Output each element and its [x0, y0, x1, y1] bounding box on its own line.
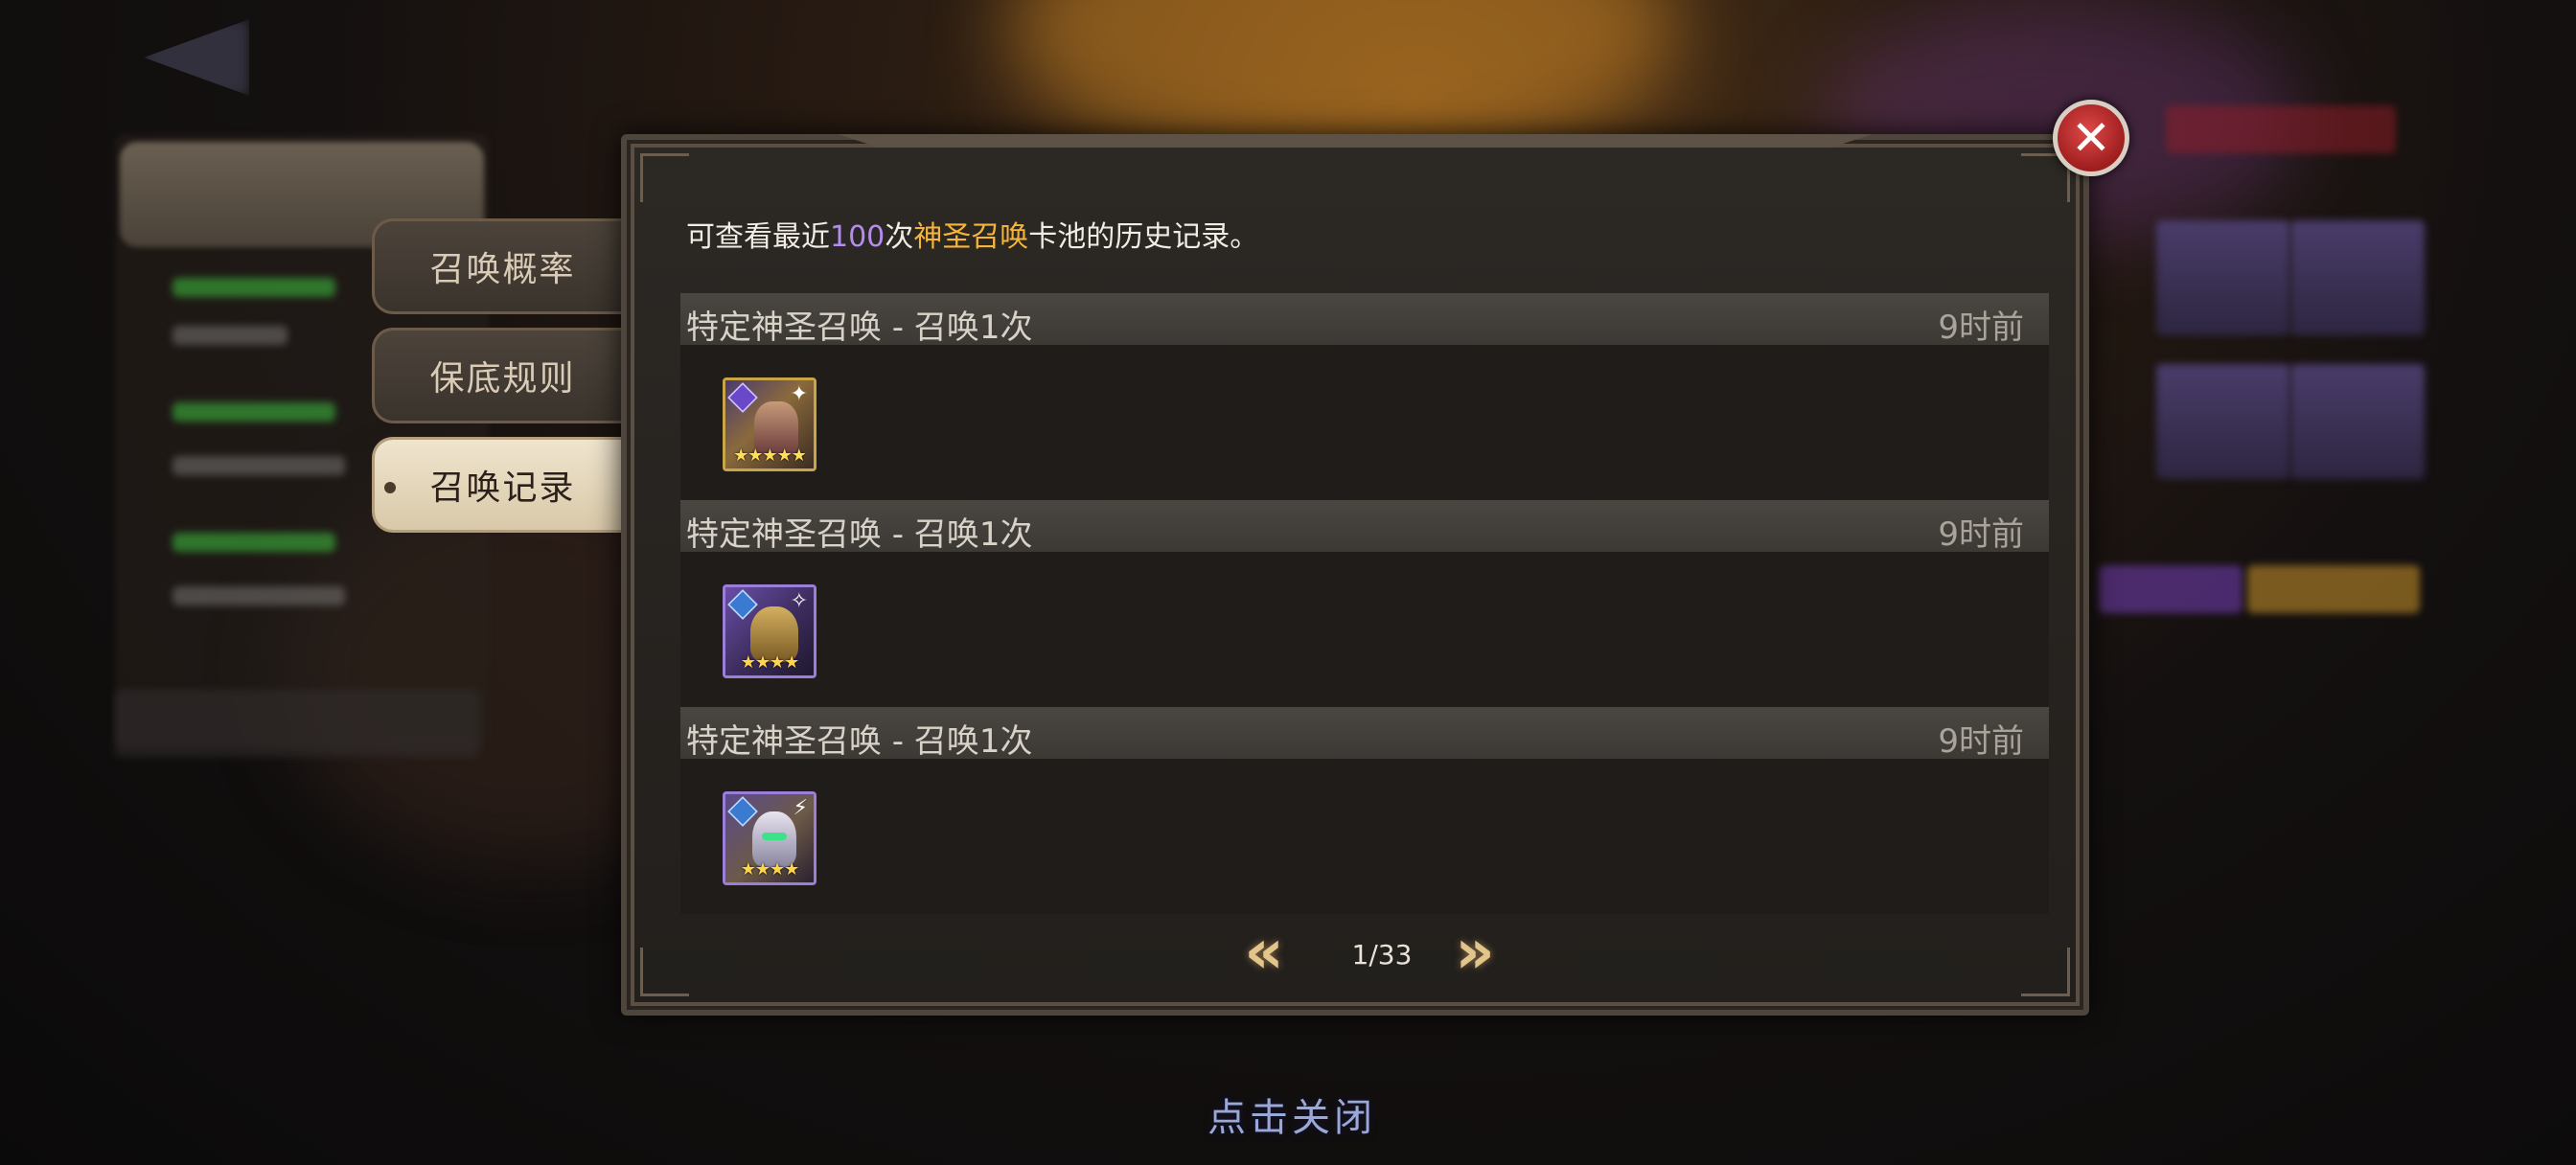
history-record: 特定神圣召唤 - 召唤1次 9时前 ✦ ★★★★★ — [680, 293, 2049, 500]
tab-summon-probability[interactable]: 召唤概率 — [372, 218, 631, 314]
record-title: 特定神圣召唤 - 召唤1次 — [686, 722, 1033, 761]
history-record: 特定神圣召唤 - 召唤1次 9时前 ⚡ ★★★★ — [680, 707, 2049, 914]
history-intro-text: 可查看最近100次神圣召唤卡池的历史记录。 — [686, 213, 1258, 255]
star-rating: ★★★★★ — [733, 445, 807, 466]
record-time: 9时前 — [1938, 722, 2024, 761]
element-icon: ✦ — [790, 382, 808, 406]
tap-to-close-hint[interactable]: 点击关闭 — [1208, 1086, 1376, 1142]
element-icon: ✧ — [790, 589, 808, 613]
record-title: 特定神圣召唤 - 召唤1次 — [686, 515, 1033, 554]
star-rating: ★★★★ — [740, 859, 800, 879]
record-title: 特定神圣召唤 - 召唤1次 — [686, 308, 1033, 347]
element-icon: ⚡ — [793, 796, 808, 820]
close-icon[interactable]: ✕ — [2053, 100, 2129, 176]
back-arrow-icon — [144, 19, 249, 96]
star-rating: ★★★★ — [740, 652, 800, 673]
hero-portrait-icon[interactable]: ✧ ★★★★ — [723, 584, 816, 678]
hero-portrait-icon[interactable]: ✦ ★★★★★ — [723, 377, 816, 471]
frame-corner — [640, 153, 689, 202]
pagination: « 1/33 » — [627, 922, 2083, 983]
tab-pity-rules[interactable]: 保底规则 — [372, 328, 631, 423]
record-time: 9时前 — [1938, 515, 2024, 554]
record-time: 9时前 — [1938, 308, 2024, 347]
intro-mid: 次 — [885, 220, 914, 254]
double-chevron-right-icon[interactable]: » — [1441, 922, 1508, 983]
record-header: 特定神圣召唤 - 召唤1次 9时前 — [680, 707, 2049, 761]
intro-prefix: 可查看最近 — [686, 220, 830, 254]
tab-summon-history[interactable]: 召唤记录 — [372, 437, 631, 533]
summon-history-dialog: 可查看最近100次神圣召唤卡池的历史记录。 特定神圣召唤 - 召唤1次 9时前 … — [621, 134, 2089, 1016]
hero-portrait-icon[interactable]: ⚡ ★★★★ — [723, 791, 816, 885]
history-record: 特定神圣召唤 - 召唤1次 9时前 ✧ ★★★★ — [680, 500, 2049, 707]
page-indicator: 1/33 — [1351, 939, 1413, 971]
intro-count: 100 — [830, 220, 886, 254]
tab-label: 保底规则 — [429, 359, 576, 399]
intro-suffix: 卡池的历史记录。 — [1028, 220, 1259, 254]
tab-label: 召唤概率 — [429, 250, 576, 289]
double-chevron-left-icon[interactable]: « — [1230, 922, 1298, 983]
record-header: 特定神圣召唤 - 召唤1次 9时前 — [680, 293, 2049, 347]
intro-pool-name: 神圣召唤 — [913, 220, 1029, 254]
tab-label: 召唤记录 — [429, 468, 576, 508]
active-indicator-icon — [384, 482, 396, 493]
record-header: 特定神圣召唤 - 召唤1次 9时前 — [680, 500, 2049, 554]
